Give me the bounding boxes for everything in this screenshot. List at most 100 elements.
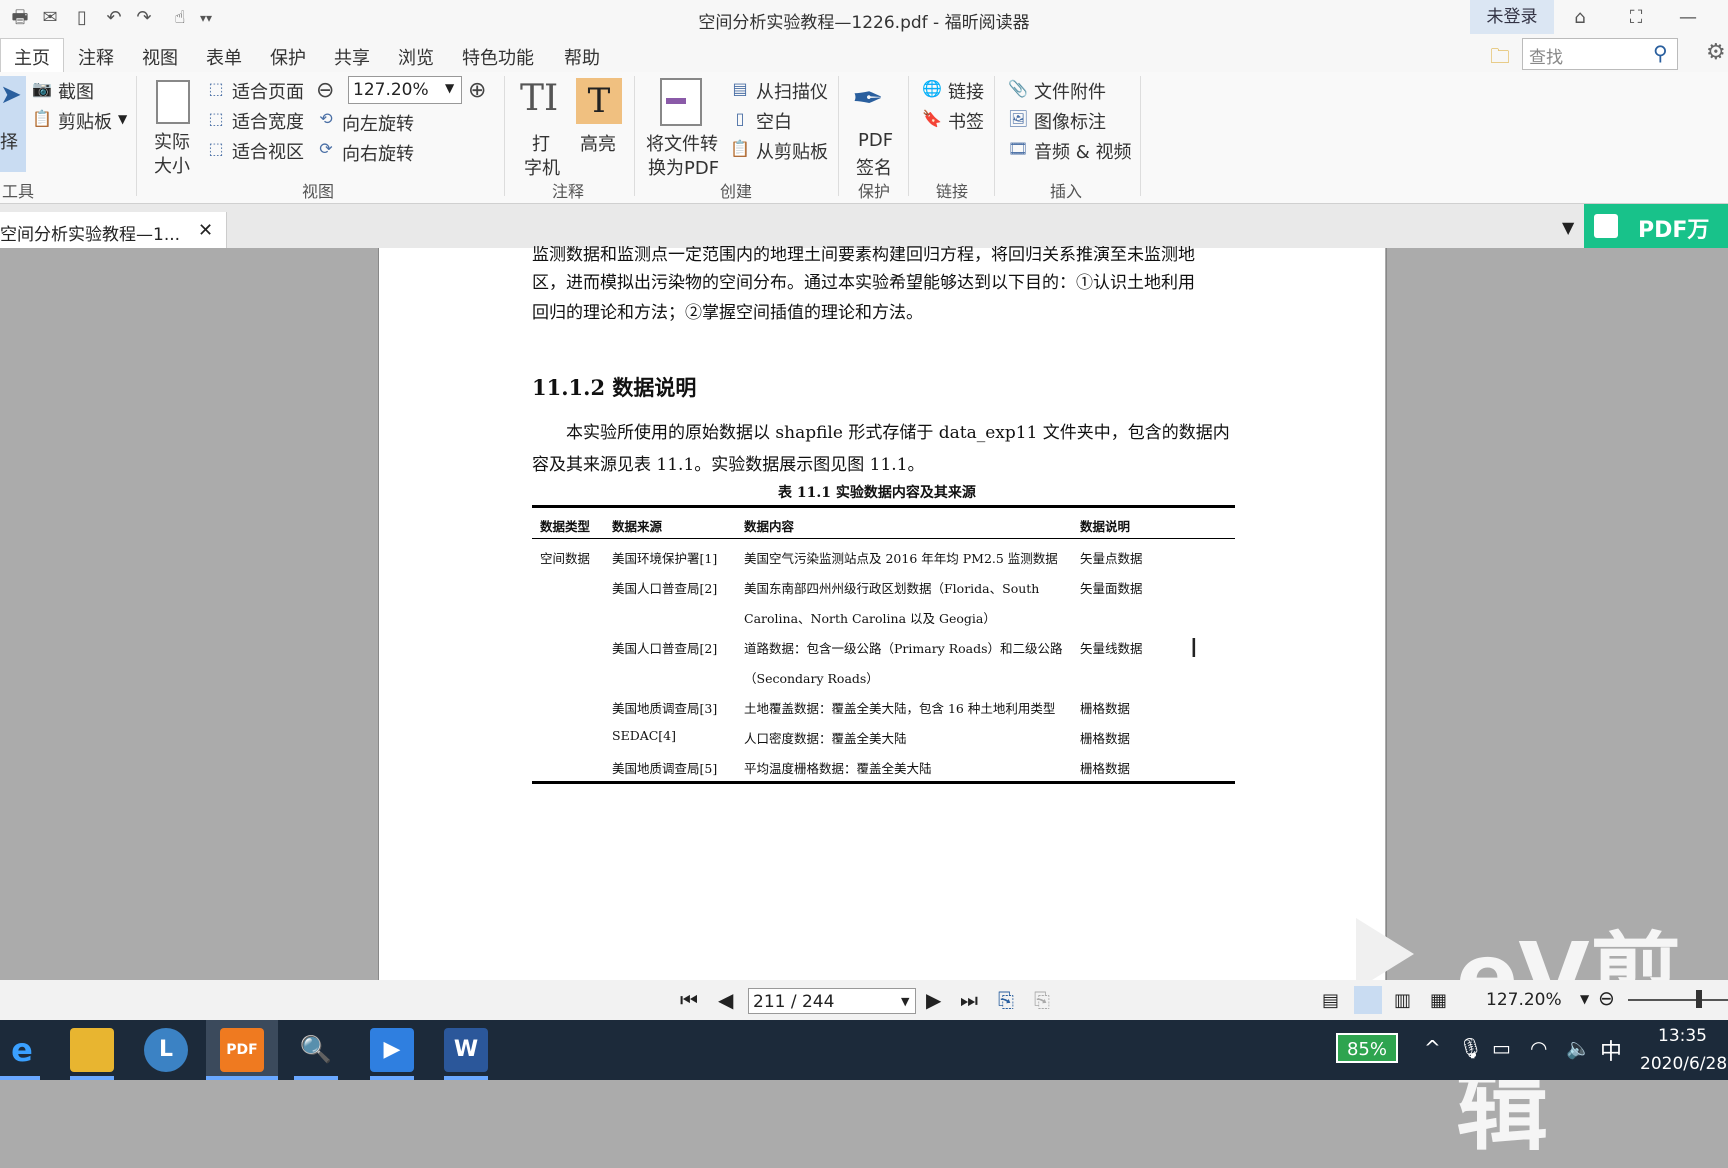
rotate-right-button[interactable]: 向右旋转 [342,140,414,166]
clipboard-button[interactable]: 剪贴板 [58,108,112,134]
word-icon[interactable]: W [444,1028,488,1072]
tab-home[interactable]: 主页 [14,44,50,70]
restore-layout-icon[interactable]: ⛶ [1624,6,1648,30]
tab-features[interactable]: 特色功能 [462,44,534,70]
from-scanner-button[interactable]: 从扫描仪 [756,78,828,104]
table-cell: 道路数据：包含一级公路（Primary Roads）和二级公路 [744,641,1063,656]
search-icon[interactable]: ⚲ [1653,41,1668,65]
previous-view-icon[interactable]: ⎘ [998,988,1014,1012]
find-folder-icon[interactable]: 🗀 [1490,42,1510,76]
clipboard-icon: 📋 [32,109,52,128]
highlight-button[interactable]: 高亮 [580,130,616,156]
chevron-up-icon[interactable]: ^ [1424,1036,1441,1060]
convert-to-pdf-label-1[interactable]: 将文件转 [646,130,718,156]
zoom-level-dropdown-icon[interactable]: ▼ [1580,992,1589,1006]
table-cell: 栅格数据 [1080,761,1131,776]
table-cell: 美国人口普查局[2] [612,581,718,596]
table-cell: 土地覆盖数据：覆盖全美大陆，包含 16 种土地利用类型 [744,701,1056,716]
edge-browser-icon[interactable]: e [0,1028,44,1072]
search-app-icon[interactable]: 🔍 [294,1028,338,1072]
fit-visible-button[interactable]: 适合视区 [232,138,304,164]
highlight-icon[interactable]: T [576,78,622,124]
audio-video-button[interactable]: 音频 & 视频 [1034,138,1131,164]
continuous-facing-icon[interactable]: ▦ [1430,990,1447,1011]
typewriter-icon: TI [520,78,559,119]
actual-size-label-1[interactable]: 实际 [154,128,190,154]
rotate-left-button[interactable]: 向左旋转 [342,110,414,136]
continuous-page-icon[interactable] [1354,986,1382,1014]
table-top-rule [532,505,1235,508]
zoom-select[interactable]: 127.20% ▼ [348,76,462,104]
promo-text: PDF万 [1638,218,1710,243]
tab-browse[interactable]: 浏览 [398,44,434,70]
window-title: 空间分析实验教程—1226.pdf - 福昕阅读器 [698,13,1030,33]
next-view-icon[interactable]: ⎘ [1034,988,1050,1012]
pdf-promo-banner[interactable]: PDF万 [1584,204,1728,248]
zoom-level-display[interactable]: 127.20% [1486,990,1562,1010]
zoom-slider-minus-icon[interactable]: ⊖ [1598,986,1615,1010]
settings-gear-icon[interactable]: ⚙ [1706,40,1726,65]
table-cell: 美国地质调查局[3] [612,701,718,716]
file-explorer-icon[interactable] [70,1028,114,1072]
tab-form[interactable]: 表单 [206,44,242,70]
fit-width-button[interactable]: 适合宽度 [232,108,304,134]
table-cell: 矢量点数据 [1080,551,1143,566]
single-page-icon[interactable]: ▤ [1322,990,1339,1011]
clock-time[interactable]: 13:35 [1658,1026,1707,1046]
zoom-slider-track[interactable] [1628,999,1728,1001]
wifi-icon[interactable]: ◠ [1530,1036,1547,1060]
link-button[interactable]: 链接 [948,78,984,104]
page-number-input[interactable]: 211 / 244 ▼ [748,988,916,1014]
microphone-icon[interactable]: 🎙 [1458,1036,1483,1060]
login-button[interactable]: 未登录 [1470,0,1554,34]
tab-comment[interactable]: 注释 [78,44,114,70]
fit-page-button[interactable]: 适合页面 [232,78,304,104]
bookmark-button[interactable]: 书签 [948,108,984,134]
blank-page-button[interactable]: 空白 [756,108,792,134]
zoom-in-icon[interactable]: ⊕ [468,78,486,103]
file-attachment-button[interactable]: 文件附件 [1034,78,1106,104]
page-border-left [378,248,379,980]
clipboard-dropdown-icon[interactable]: ▼ [118,112,127,126]
shirt-skin-icon[interactable]: ⌂ [1568,6,1592,30]
battery-percent[interactable]: 85% [1336,1033,1398,1063]
ev-recorder-icon[interactable]: ▶ [370,1028,414,1072]
typewriter-label-1[interactable]: 打 [532,130,550,156]
tab-help[interactable]: 帮助 [564,44,600,70]
last-page-icon[interactable]: ⏭ [960,988,978,1012]
tab-protect[interactable]: 保护 [270,44,306,70]
table-cell: 美国东南部四州州级行政区划数据（Florida、South [744,581,1040,596]
tab-view[interactable]: 视图 [142,44,178,70]
search-placeholder: 查找 [1529,48,1563,68]
ribbon-divider [1140,76,1141,196]
foxit-reader-icon[interactable]: PDF [220,1028,264,1072]
battery-icon[interactable]: ▭ [1492,1036,1511,1060]
table-cell: 矢量线数据 [1080,641,1143,656]
minimize-icon[interactable]: — [1676,6,1700,30]
pdf-sign-label-2[interactable]: 签名 [856,154,892,180]
convert-to-pdf-label-2[interactable]: 换为PDF [648,154,719,180]
input-method-indicator[interactable]: 中 [1600,1034,1622,1066]
app-l-icon[interactable]: L [144,1028,188,1072]
clock-date[interactable]: 2020/6/28 [1640,1054,1727,1074]
zoom-slider-thumb[interactable] [1696,990,1702,1008]
from-clipboard-button[interactable]: 从剪贴板 [756,138,828,164]
actual-size-label-2[interactable]: 大小 [154,152,190,178]
group-label-create: 创建 [720,182,753,201]
next-page-icon[interactable]: ▶ [926,988,941,1012]
pdf-sign-label-1[interactable]: PDF [858,130,893,151]
first-page-icon[interactable]: ⏮ [680,988,698,1012]
facing-page-icon[interactable]: ▥ [1394,990,1411,1011]
tab-share[interactable]: 共享 [334,44,370,70]
table-cell: 平均温度栅格数据：覆盖全美大陆 [744,761,932,776]
tab-list-dropdown-icon[interactable]: ▼ [1562,218,1574,237]
image-annotation-button[interactable]: 图像标注 [1034,108,1106,134]
document-tab[interactable]: 空间分析实验教程—1... ✕ [0,212,227,248]
volume-icon[interactable]: 🔈 [1566,1036,1591,1060]
typewriter-label-2[interactable]: 字机 [524,154,560,180]
zoom-out-icon[interactable]: ⊖ [316,78,334,103]
close-tab-icon[interactable]: ✕ [198,220,213,241]
previous-page-icon[interactable]: ◀ [718,988,733,1012]
screenshot-button[interactable]: 截图 [58,78,94,104]
search-input[interactable]: 查找 ⚲ [1522,38,1678,70]
